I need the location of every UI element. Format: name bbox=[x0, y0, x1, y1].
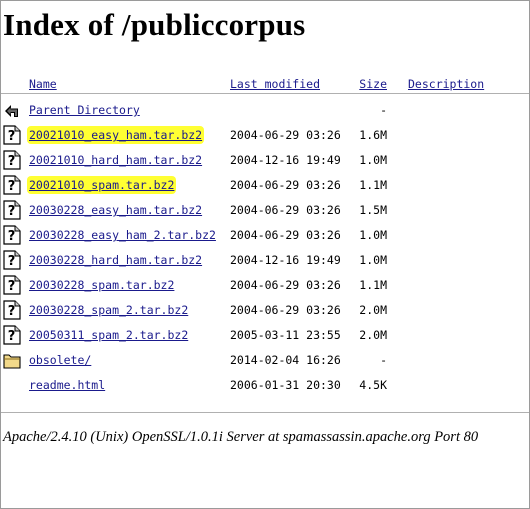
table-row: obsolete/2014-02-04 16:26 - bbox=[1, 348, 529, 373]
file-link[interactable]: 20021010_spam.tar.bz2 bbox=[29, 178, 175, 192]
file-list: Parent Directory -? 20021010_easy_ham.tar.… bbox=[1, 98, 529, 398]
file-link[interactable]: 20030228_hard_ham.tar.bz2 bbox=[29, 253, 202, 267]
table-row: ? 20021010_hard_ham.tar.bz2 2004-12-16 19:… bbox=[1, 148, 529, 173]
last-modified-cell: 2005-03-11 23:55 bbox=[230, 328, 341, 342]
size-cell: 4.5K bbox=[359, 378, 387, 392]
file-link[interactable]: 20030228_easy_ham_2.tar.bz2 bbox=[29, 228, 216, 242]
size-cell: 1.6M bbox=[359, 128, 387, 142]
svg-text:?: ? bbox=[8, 304, 16, 319]
size-cell: 2.0M bbox=[359, 303, 387, 317]
table-row: ? 20030228_easy_ham_2.tar.bz2 2004-06-29 0… bbox=[1, 223, 529, 248]
svg-text:?: ? bbox=[8, 204, 16, 219]
table-row: readme.html 2006-01-31 20:30 4.5K bbox=[1, 373, 529, 398]
table-row: ? 20030228_hard_ham.tar.bz2 2004-12-16 19:… bbox=[1, 248, 529, 273]
sort-by-description-link[interactable]: Description bbox=[408, 77, 484, 91]
size-cell: - bbox=[380, 353, 387, 367]
footer-divider bbox=[1, 412, 529, 413]
table-row: ? 20030228_spam.tar.bz2 2004-06-29 03:26 1.… bbox=[1, 273, 529, 298]
table-row: ? 20021010_spam.tar.bz2 2004-06-29 03:26 1.… bbox=[1, 173, 529, 198]
file-link[interactable]: 20030228_spam.tar.bz2 bbox=[29, 278, 174, 292]
last-modified-cell: 2004-06-29 03:26 bbox=[230, 203, 341, 217]
last-modified-cell: 2006-01-31 20:30 bbox=[230, 378, 341, 392]
last-modified-cell: 2004-06-29 03:26 bbox=[230, 128, 341, 142]
svg-text:?: ? bbox=[8, 179, 16, 194]
last-modified-cell: 2004-06-29 03:26 bbox=[230, 303, 341, 317]
directory-listing: Name Last modified Size Description Pare… bbox=[1, 73, 529, 398]
last-modified-cell: 2004-06-29 03:26 bbox=[230, 178, 341, 192]
file-link[interactable]: 20021010_hard_ham.tar.bz2 bbox=[29, 153, 202, 167]
file-link[interactable]: 20030228_easy_ham.tar.bz2 bbox=[29, 203, 202, 217]
page-title: Index of /publiccorpus bbox=[3, 7, 306, 42]
last-modified-cell: 2004-06-29 03:26 bbox=[230, 228, 341, 242]
table-row: ? 20030228_easy_ham.tar.bz2 2004-06-29 03:… bbox=[1, 198, 529, 223]
file-link[interactable]: obsolete/ bbox=[29, 353, 91, 367]
file-link[interactable]: 20030228_spam_2.tar.bz2 bbox=[29, 303, 188, 317]
table-row: ? 20021010_easy_ham.tar.bz2 2004-06-29 03:… bbox=[1, 123, 529, 148]
file-link[interactable]: readme.html bbox=[29, 378, 105, 392]
server-signature: Apache/2.4.10 (Unix) OpenSSL/1.0.1i Serv… bbox=[3, 429, 479, 445]
file-link[interactable]: 20021010_easy_ham.tar.bz2 bbox=[29, 128, 203, 142]
last-modified-cell: 2004-06-29 03:26 bbox=[230, 278, 341, 292]
size-cell: 2.0M bbox=[359, 328, 387, 342]
svg-text:?: ? bbox=[8, 254, 16, 269]
header-divider bbox=[1, 93, 529, 94]
table-row: Parent Directory - bbox=[1, 98, 529, 123]
svg-text:?: ? bbox=[8, 154, 16, 169]
svg-text:?: ? bbox=[8, 129, 16, 144]
svg-text:?: ? bbox=[8, 229, 16, 244]
size-cell: 1.0M bbox=[359, 253, 387, 267]
size-cell: - bbox=[380, 103, 387, 117]
size-cell: 1.1M bbox=[359, 278, 387, 292]
svg-text:?: ? bbox=[8, 329, 16, 344]
size-cell: 1.1M bbox=[359, 178, 387, 192]
sort-by-name-link[interactable]: Name bbox=[29, 77, 57, 91]
table-row: ? 20050311_spam_2.tar.bz2 2005-03-11 23:55… bbox=[1, 323, 529, 348]
size-cell: 1.0M bbox=[359, 153, 387, 167]
table-row: ? 20030228_spam_2.tar.bz2 2004-06-29 03:26… bbox=[1, 298, 529, 323]
sort-by-size-link[interactable]: Size bbox=[359, 77, 387, 91]
column-header-row: Name Last modified Size Description bbox=[1, 73, 529, 95]
last-modified-cell: 2004-12-16 19:49 bbox=[230, 253, 341, 267]
parent-directory-link[interactable]: Parent Directory bbox=[29, 103, 140, 117]
last-modified-cell: 2004-12-16 19:49 bbox=[230, 153, 341, 167]
size-cell: 1.0M bbox=[359, 228, 387, 242]
last-modified-cell: 2014-02-04 16:26 bbox=[230, 353, 341, 367]
size-cell: 1.5M bbox=[359, 203, 387, 217]
sort-by-last-modified-link[interactable]: Last modified bbox=[230, 77, 320, 91]
file-link[interactable]: 20050311_spam_2.tar.bz2 bbox=[29, 328, 188, 342]
svg-text:?: ? bbox=[8, 279, 16, 294]
